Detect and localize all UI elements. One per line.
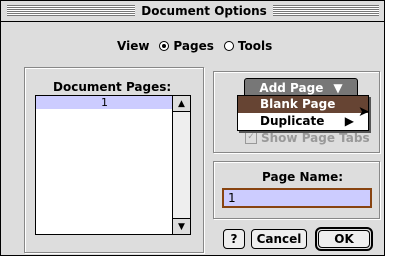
page-name-label: Page Name: [262, 170, 344, 184]
dropdown-arrow-icon: ▼ [333, 81, 343, 95]
list-item[interactable]: 1 [36, 96, 173, 109]
tools-radio[interactable] [223, 41, 234, 51]
show-page-tabs-checkbox[interactable]: ✓ Show Page Tabs [245, 131, 370, 145]
submenu-arrow-icon: ▶ [344, 114, 354, 128]
pages-radio-label[interactable]: Pages [173, 39, 213, 53]
show-page-tabs-label: Show Page Tabs [261, 131, 370, 145]
menu-item-duplicate[interactable]: Duplicate ▶ [238, 113, 368, 130]
page-name-field[interactable]: 1 [222, 188, 372, 208]
pages-radio[interactable] [159, 41, 170, 51]
list-scrollbar[interactable]: ▲ ▼ [172, 96, 190, 234]
add-page-menu: Blank Page Duplicate ▶ [237, 95, 369, 131]
help-button[interactable]: ? [223, 229, 245, 249]
window-title: Document Options [135, 1, 273, 21]
title-bar[interactable]: Document Options [1, 1, 384, 22]
checkbox-check-icon: ✓ [245, 132, 257, 144]
scroll-up-icon[interactable]: ▲ [173, 96, 190, 112]
menu-item-blank-page[interactable]: Blank Page [238, 96, 368, 113]
page-name-group: Page Name: 1 [213, 161, 380, 219]
mouse-pointer-icon: ➤ [358, 104, 370, 120]
tools-radio-label[interactable]: Tools [238, 39, 272, 53]
menu-item-label: Duplicate [260, 114, 325, 128]
view-label: View [117, 39, 150, 53]
ok-button[interactable]: OK [318, 230, 370, 248]
document-pages-list[interactable]: 1 ▲ ▼ [35, 95, 191, 235]
document-pages-label: Document Pages: [53, 80, 172, 94]
view-selector: View Pages Tools [117, 37, 272, 55]
add-page-label: Add Page [259, 81, 324, 95]
document-pages-group: Document Pages: 1 ▲ ▼ [24, 67, 204, 253]
cancel-button[interactable]: Cancel [251, 229, 307, 249]
ok-default-ring: OK [315, 227, 373, 251]
scroll-down-icon[interactable]: ▼ [173, 218, 190, 234]
title-stripes-right [273, 5, 379, 16]
document-options-window: Document Options View Pages Tools Docume… [0, 0, 385, 256]
menu-item-label: Blank Page [260, 97, 336, 111]
title-stripes-left [7, 5, 135, 16]
